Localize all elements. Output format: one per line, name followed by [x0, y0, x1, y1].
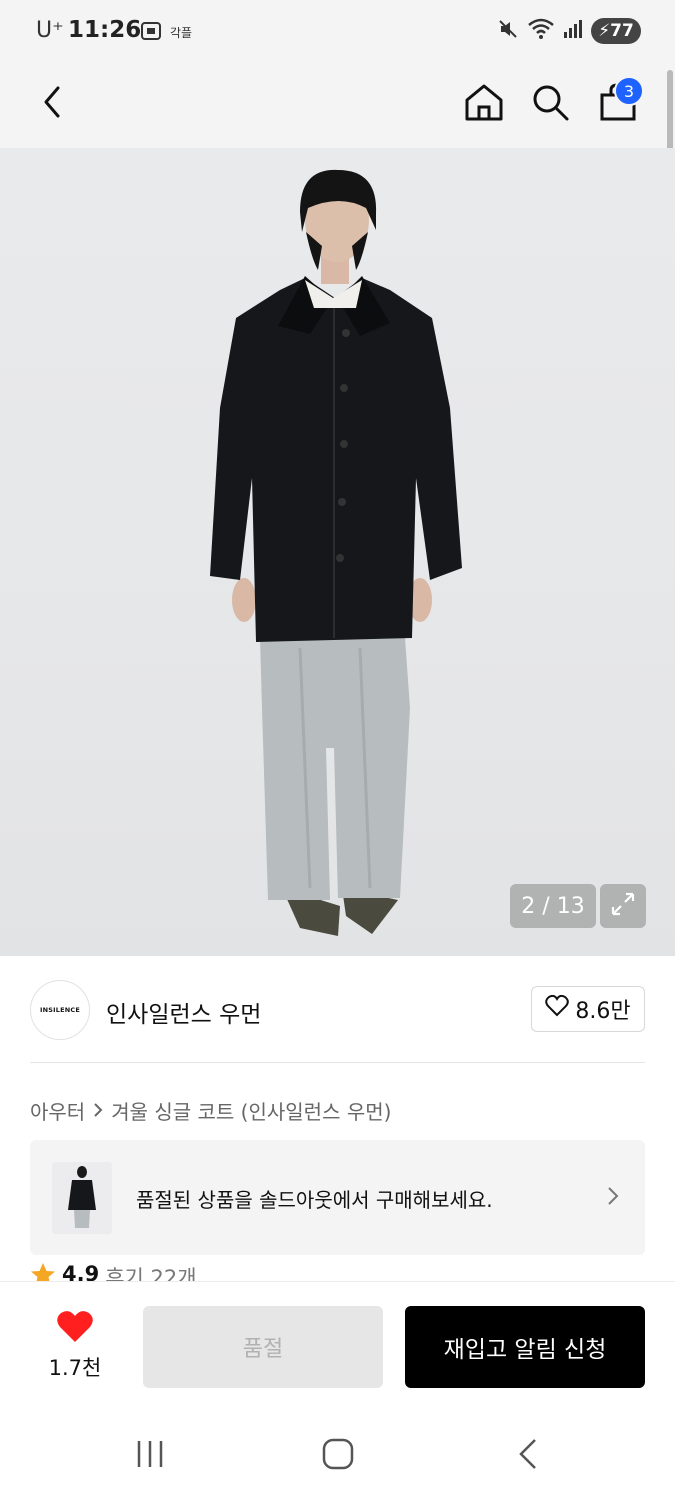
- soldout-banner-text: 품절된 상품을 솔드아웃에서 구매해보세요.: [136, 1188, 493, 1212]
- brand-row[interactable]: INSILENCE 인사일런스 우먼 8.6만: [30, 980, 645, 1042]
- heart-outline-icon: [545, 994, 570, 1023]
- brand-like-count: 8.6만: [575, 999, 631, 1024]
- star-icon: [30, 1262, 56, 1282]
- banner-thumbnail: [52, 1162, 112, 1234]
- search-button[interactable]: [522, 76, 578, 132]
- product-image[interactable]: [0, 148, 675, 956]
- signal-icon: [563, 18, 583, 44]
- recent-apps-icon: [135, 1439, 165, 1473]
- soldout-button: 품절: [143, 1306, 383, 1388]
- back-nav-button[interactable]: [498, 1433, 558, 1479]
- status-bar: U⁺ 11:26 각플 ⚡ 77: [0, 0, 675, 62]
- recent-apps-button[interactable]: [120, 1433, 180, 1479]
- brand-name[interactable]: 인사일런스 우먼: [106, 995, 261, 1029]
- brand-like-button[interactable]: 8.6만: [531, 986, 645, 1032]
- status-time: 11:26: [68, 17, 142, 43]
- cart-button[interactable]: 3: [590, 76, 646, 132]
- app-header: 3: [0, 62, 675, 148]
- home-icon: [464, 82, 504, 126]
- mute-icon: [497, 18, 519, 44]
- review-count[interactable]: 후기 22개: [105, 1262, 196, 1282]
- rating-score: 4.9: [62, 1262, 100, 1282]
- bottom-action-bar: 1.7천 품절 재입고 알림 신청: [0, 1281, 675, 1411]
- battery-level: 77: [610, 21, 634, 41]
- breadcrumb-category[interactable]: 아우터: [30, 1096, 85, 1125]
- product-like-count: 1.7천: [48, 1356, 102, 1380]
- divider: [30, 1062, 645, 1063]
- model-illustration: [210, 169, 462, 936]
- chevron-right-icon: [93, 1099, 103, 1123]
- breadcrumb-product: 겨울 싱글 코트 (인사일런스 우먼): [111, 1100, 392, 1124]
- breadcrumb: 아우터 겨울 싱글 코트 (인사일런스 우먼): [30, 1096, 391, 1125]
- rating-row[interactable]: 4.9 후기 22개: [30, 1262, 197, 1282]
- cart-badge: 3: [614, 76, 644, 106]
- expand-icon: [610, 891, 636, 921]
- restock-alert-button[interactable]: 재입고 알림 신청: [405, 1306, 645, 1388]
- brand-logo[interactable]: INSILENCE: [30, 980, 90, 1040]
- expand-image-button[interactable]: [600, 884, 646, 928]
- home-nav-icon: [322, 1438, 354, 1474]
- back-nav-icon: [517, 1438, 539, 1474]
- screenshot-icon: [140, 20, 162, 46]
- carrier-label: U⁺: [36, 18, 64, 43]
- back-icon: [40, 84, 64, 124]
- home-nav-button[interactable]: [308, 1433, 368, 1479]
- home-button[interactable]: [456, 76, 512, 132]
- image-counter: 2 / 13: [510, 884, 596, 928]
- heart-filled-icon: [56, 1310, 94, 1348]
- product-like-button[interactable]: 1.7천: [40, 1310, 110, 1390]
- status-extra-label: 각플: [170, 26, 193, 40]
- system-nav-bar: [0, 1411, 675, 1500]
- soldout-banner[interactable]: 품절된 상품을 솔드아웃에서 구매해보세요.: [30, 1140, 645, 1255]
- back-button[interactable]: [24, 76, 80, 132]
- wifi-icon: [527, 17, 555, 45]
- search-icon: [530, 82, 570, 126]
- chevron-right-icon: [607, 1186, 619, 1210]
- battery-icon: ⚡ 77: [591, 18, 641, 44]
